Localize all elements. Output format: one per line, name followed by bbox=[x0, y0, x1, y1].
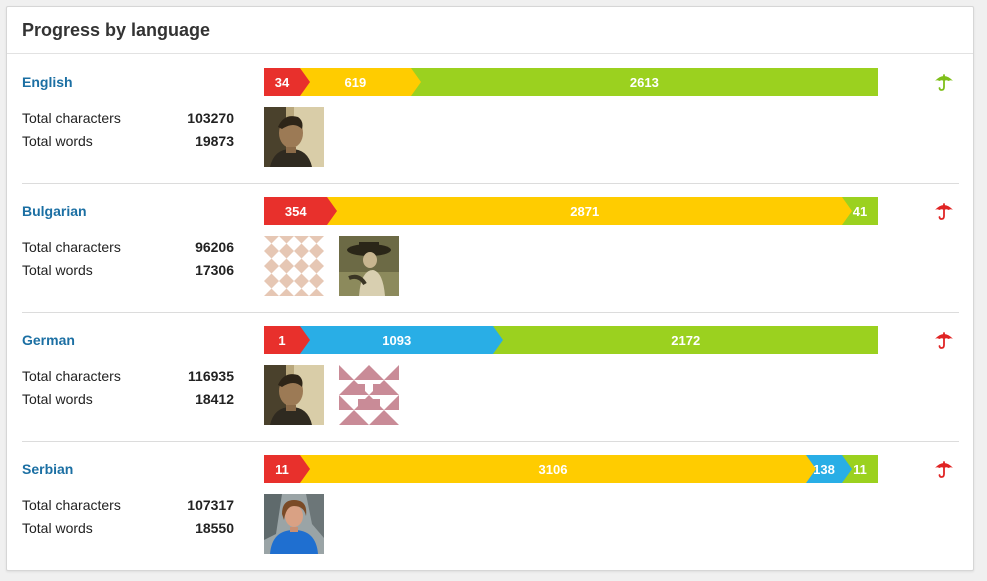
segment-arrow bbox=[493, 326, 504, 354]
stat-value: 17306 bbox=[195, 262, 234, 278]
umbrella-icon[interactable] bbox=[934, 330, 954, 350]
segment-label: 2871 bbox=[570, 203, 600, 219]
progress-bar[interactable]: 1 1093 2172 bbox=[264, 326, 878, 354]
segment-label: 2613 bbox=[629, 74, 659, 90]
language-link-serbian[interactable]: Serbian bbox=[22, 461, 73, 477]
segment-arrow bbox=[300, 68, 310, 96]
segment-arrow bbox=[300, 326, 310, 354]
stat-label: Total words bbox=[22, 520, 93, 536]
segment-arrow bbox=[327, 197, 338, 225]
segment-label: 354 bbox=[284, 203, 307, 219]
progress-segment-red[interactable]: 11 bbox=[264, 455, 310, 483]
progress-segment-red[interactable]: 34 bbox=[264, 68, 310, 96]
panel-header: Progress by language bbox=[7, 7, 973, 54]
segment-arrow bbox=[842, 455, 852, 483]
segment-arrow bbox=[806, 455, 816, 483]
progress-segment-green[interactable]: 2172 bbox=[493, 326, 878, 354]
progress-segment-red[interactable]: 354 bbox=[264, 197, 338, 225]
stat-value: 19873 bbox=[195, 133, 234, 149]
language-link-german[interactable]: German bbox=[22, 332, 75, 348]
segment-arrow bbox=[410, 68, 421, 96]
segment-label: 11 bbox=[853, 461, 867, 477]
stat-label: Total characters bbox=[22, 368, 121, 384]
segment-label: 2172 bbox=[671, 332, 701, 348]
language-block-serbian: Serbian Total characters 107317 Total words… bbox=[22, 441, 959, 570]
progress-panel: Progress by language English Total charac… bbox=[6, 6, 974, 571]
contributor-avatars bbox=[264, 365, 399, 425]
stat-value: 103270 bbox=[187, 110, 234, 126]
avatar[interactable] bbox=[264, 365, 324, 425]
contributor-avatars bbox=[264, 107, 324, 167]
segment-label: 3106 bbox=[538, 461, 568, 477]
panel-title: Progress by language bbox=[22, 19, 211, 40]
stat-label: Total words bbox=[22, 262, 93, 278]
stat-value: 107317 bbox=[187, 497, 234, 513]
segment-label: 619 bbox=[344, 74, 367, 90]
segment-label: 138 bbox=[813, 461, 835, 477]
avatar[interactable] bbox=[264, 107, 324, 167]
stat-label: Total words bbox=[22, 133, 93, 149]
segment-label: 11 bbox=[275, 461, 289, 477]
progress-segment-yellow[interactable]: 619 bbox=[300, 68, 421, 96]
stat-label: Total characters bbox=[22, 497, 121, 513]
stat-value: 18412 bbox=[195, 391, 234, 407]
segment-label: 1093 bbox=[382, 332, 412, 348]
identicon-avatar[interactable] bbox=[264, 236, 324, 296]
language-block-german: German Total characters 116935 Total words 1… bbox=[22, 312, 959, 442]
segment-arrow bbox=[300, 455, 310, 483]
stat-label: Total characters bbox=[22, 110, 121, 126]
umbrella-icon[interactable] bbox=[934, 459, 954, 479]
segment-label: 1 bbox=[278, 332, 286, 348]
language-link-english[interactable]: English bbox=[22, 74, 73, 90]
progress-segment-red[interactable]: 1 bbox=[264, 326, 310, 354]
contributor-avatars bbox=[264, 236, 399, 296]
stat-label: Total words bbox=[22, 391, 93, 407]
language-link-bulgarian[interactable]: Bulgarian bbox=[22, 203, 87, 219]
umbrella-icon[interactable] bbox=[934, 72, 954, 92]
identicon-avatar[interactable] bbox=[339, 365, 399, 425]
progress-segment-yellow[interactable]: 3106 bbox=[300, 455, 816, 483]
stat-value: 96206 bbox=[195, 239, 234, 255]
avatar[interactable] bbox=[264, 494, 324, 554]
umbrella-icon[interactable] bbox=[934, 201, 954, 221]
progress-segment-green[interactable]: 2613 bbox=[410, 68, 878, 96]
segment-label: 41 bbox=[852, 203, 868, 219]
progress-bar[interactable]: 354 2871 41 bbox=[264, 197, 878, 225]
progress-bar[interactable]: 34 619 2613 bbox=[264, 68, 878, 96]
segment-arrow bbox=[841, 197, 852, 225]
contributor-avatars bbox=[264, 494, 324, 554]
avatar[interactable] bbox=[339, 236, 399, 296]
stat-value: 116935 bbox=[188, 368, 234, 384]
stat-label: Total characters bbox=[22, 239, 121, 255]
language-block-bulgarian: Bulgarian Total characters 96206 Total word… bbox=[22, 183, 959, 313]
progress-segment-blue[interactable]: 1093 bbox=[300, 326, 504, 354]
segment-label: 34 bbox=[274, 74, 290, 90]
language-block-english: English Total characters 103270 Total words… bbox=[22, 54, 959, 184]
stat-value: 18550 bbox=[195, 520, 234, 536]
progress-segment-yellow[interactable]: 2871 bbox=[327, 197, 852, 225]
progress-bar[interactable]: 11 3106 138 11 bbox=[264, 455, 878, 483]
